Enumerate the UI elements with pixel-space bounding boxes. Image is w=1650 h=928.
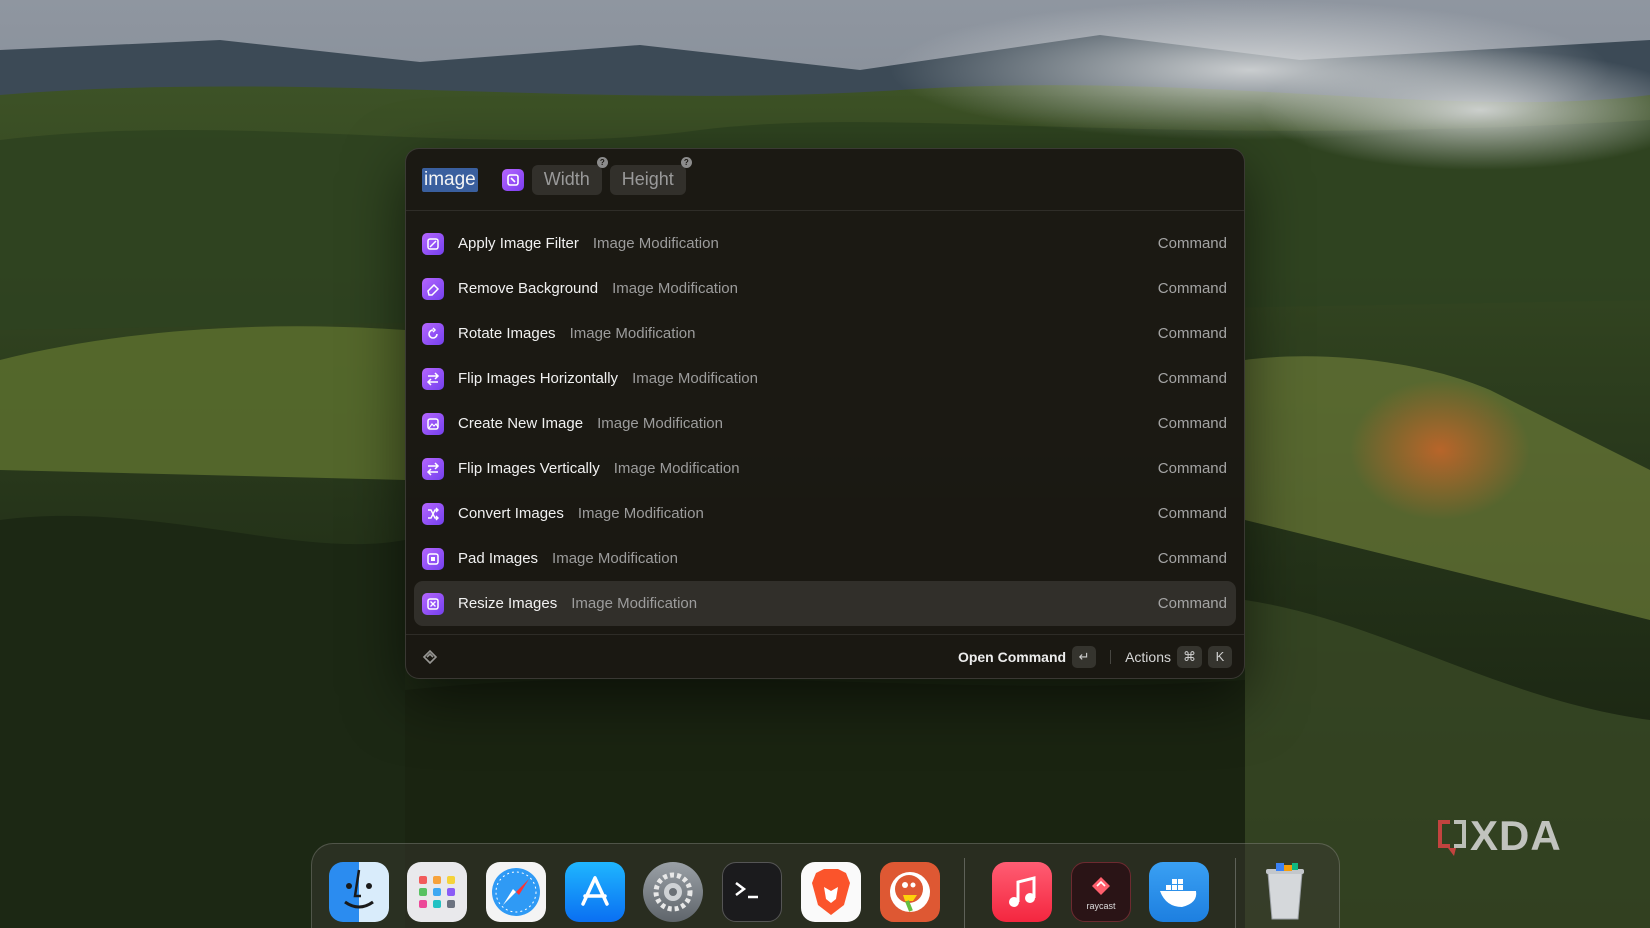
result-type: Command xyxy=(1157,595,1227,612)
pad-icon xyxy=(422,547,444,570)
flip-vertical-icon xyxy=(422,457,444,480)
result-type: Command xyxy=(1157,235,1227,252)
xda-logo-icon xyxy=(1438,820,1466,856)
raycast-dock-label: raycast xyxy=(1086,901,1116,911)
filter-icon xyxy=(422,232,444,255)
footer-divider xyxy=(1110,649,1112,664)
result-subtitle: Image Modification xyxy=(632,370,758,387)
resize-icon xyxy=(422,592,444,615)
width-help-icon[interactable]: ? xyxy=(596,156,608,168)
height-argument-field[interactable]: Height ? xyxy=(609,156,692,195)
eraser-icon xyxy=(422,277,444,300)
result-type: Command xyxy=(1157,370,1227,387)
result-title: Flip Images Vertically xyxy=(458,460,600,477)
command-key-hint: ⌘ xyxy=(1177,645,1202,668)
dock-finder[interactable] xyxy=(329,862,389,922)
result-row[interactable]: Flip Images Vertically Image Modification… xyxy=(414,446,1236,491)
result-title: Flip Images Horizontally xyxy=(458,370,619,387)
dock-docker[interactable] xyxy=(1149,862,1209,922)
result-title: Remove Background xyxy=(458,280,599,297)
rotate-icon xyxy=(422,322,444,345)
result-title: Pad Images xyxy=(458,550,539,567)
xda-watermark: XDA xyxy=(1434,812,1562,859)
enter-key-hint: ↵ xyxy=(1072,645,1097,668)
result-title: Create New Image xyxy=(458,415,584,432)
height-help-icon[interactable]: ? xyxy=(680,156,692,168)
height-placeholder: Height xyxy=(621,169,674,189)
result-type: Command xyxy=(1157,280,1227,297)
search-bar: image Width ? Height ? xyxy=(406,149,1244,211)
raycast-logo-icon xyxy=(422,649,438,664)
footer-actions: Open Command ↵ Actions ⌘ K xyxy=(958,645,1232,668)
result-row[interactable]: Resize Images Image Modification Command xyxy=(414,581,1236,626)
result-subtitle: Image Modification xyxy=(597,415,723,432)
dock-terminal[interactable] xyxy=(722,862,782,922)
search-input[interactable]: image xyxy=(422,167,478,192)
width-placeholder: Width xyxy=(543,169,590,189)
action-bar: Open Command ↵ Actions ⌘ K xyxy=(406,634,1244,678)
flip-horizontal-icon xyxy=(422,367,444,390)
result-subtitle: Image Modification xyxy=(612,280,738,297)
result-row[interactable]: Apply Image Filter Image Modification Comm… xyxy=(414,221,1236,266)
result-subtitle: Image Modification xyxy=(571,595,698,612)
result-subtitle: Image Modification xyxy=(569,325,696,342)
open-command-button[interactable]: Open Command xyxy=(958,649,1066,665)
result-subtitle: Image Modification xyxy=(613,460,740,477)
results-list: Apply Image Filter Image Modification Comm… xyxy=(414,221,1236,626)
result-title: Resize Images xyxy=(458,595,558,612)
result-row[interactable]: Remove Background Image Modification Comma… xyxy=(414,266,1236,311)
raycast-window: image Width ? Height ? Apply Image Filte… xyxy=(405,148,1245,679)
result-subtitle: Image Modification xyxy=(592,235,719,252)
result-title: Apply Image Filter xyxy=(458,235,579,252)
dock-system-settings[interactable] xyxy=(643,862,703,922)
shuffle-icon xyxy=(422,502,444,525)
resize-command-icon xyxy=(501,168,524,191)
actions-button[interactable]: Actions xyxy=(1125,649,1171,665)
result-row[interactable]: Flip Images Horizontally Image Modificati… xyxy=(414,356,1236,401)
dock-duckduckgo[interactable] xyxy=(880,862,940,922)
result-type: Command xyxy=(1157,505,1227,522)
dock-app-store[interactable] xyxy=(565,862,625,922)
dock: raycast xyxy=(311,843,1340,928)
result-type: Command xyxy=(1157,415,1227,432)
dock-brave[interactable] xyxy=(801,862,861,922)
dock-separator xyxy=(964,858,965,928)
result-type: Command xyxy=(1157,550,1227,567)
xda-wordmark: XDA xyxy=(1470,812,1562,859)
dock-trash[interactable] xyxy=(1255,862,1315,922)
dock-safari[interactable] xyxy=(486,862,546,922)
dock-music[interactable] xyxy=(992,862,1052,922)
result-subtitle: Image Modification xyxy=(577,505,704,522)
result-row[interactable]: Convert Images Image Modification Command xyxy=(414,491,1236,536)
result-title: Convert Images xyxy=(458,505,564,522)
result-title: Rotate Images xyxy=(458,325,556,342)
dock-raycast[interactable]: raycast xyxy=(1071,862,1131,922)
result-type: Command xyxy=(1157,460,1227,477)
result-row[interactable]: Pad Images Image Modification Command xyxy=(414,536,1236,581)
new-image-icon xyxy=(422,412,444,435)
dock-separator-trash xyxy=(1235,858,1236,928)
width-argument-field[interactable]: Width ? xyxy=(531,156,608,195)
k-key-hint: K xyxy=(1208,645,1232,668)
result-row[interactable]: Rotate Images Image Modification Command xyxy=(414,311,1236,356)
dock-launchpad[interactable] xyxy=(407,862,467,922)
result-subtitle: Image Modification xyxy=(552,550,678,567)
result-row[interactable]: Create New Image Image Modification Comman… xyxy=(414,401,1236,446)
result-type: Command xyxy=(1157,325,1227,342)
